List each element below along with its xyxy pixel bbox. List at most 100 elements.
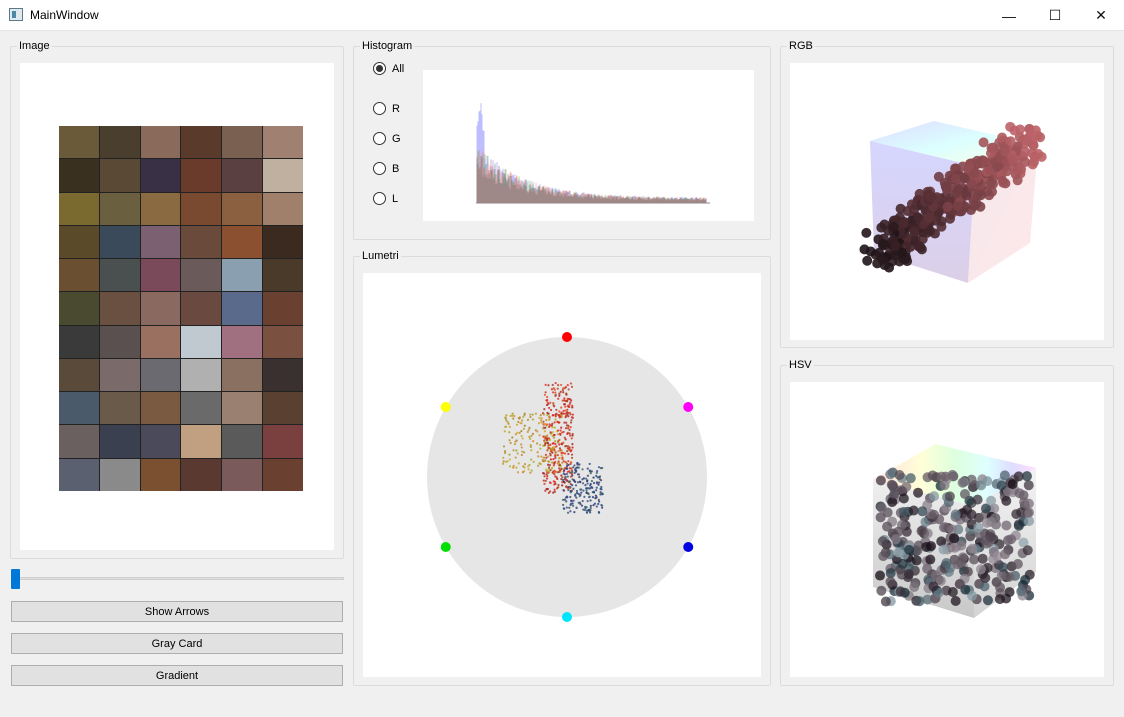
vectorscope-point — [521, 450, 524, 453]
hsv-point — [997, 562, 1008, 573]
gray-card-button[interactable]: Gray Card — [11, 633, 343, 654]
vectorscope-point — [570, 385, 574, 388]
vectorscope-point — [567, 452, 570, 456]
vectorscope-point — [537, 464, 540, 467]
vectorscope-point — [601, 493, 604, 496]
rgb-point — [997, 175, 1008, 186]
vectorscope-point — [565, 467, 569, 470]
radio-g[interactable]: G — [373, 132, 401, 145]
rgb-point — [987, 179, 998, 190]
radio-all[interactable]: All — [373, 62, 404, 75]
hsv-point — [947, 587, 958, 598]
image-thumbnail — [99, 159, 140, 192]
image-thumbnail — [140, 425, 181, 458]
vectorscope-point — [553, 433, 556, 437]
image-thumbnail — [263, 192, 303, 225]
vectorscope-point — [557, 450, 560, 453]
red-hue-marker — [562, 332, 572, 342]
vectorscope-point — [573, 511, 576, 514]
vectorscope-point — [554, 391, 557, 394]
vectorscope-point — [579, 488, 582, 491]
image-thumbnail — [222, 325, 263, 358]
rgb-point — [1001, 166, 1012, 177]
hsv-point — [962, 504, 973, 515]
vectorscope-point — [565, 444, 568, 448]
slider-track[interactable] — [11, 577, 344, 580]
image-mosaic — [59, 126, 303, 491]
close-button[interactable]: ✕ — [1078, 0, 1124, 31]
vectorscope-point — [598, 478, 602, 481]
vectorscope-point — [511, 436, 514, 439]
vectorscope-point — [584, 477, 588, 480]
vectorscope-point — [595, 482, 599, 485]
rgb-point — [924, 212, 935, 223]
rgb-point — [926, 191, 937, 202]
title-bar: MainWindow — ☐ ✕ — [0, 0, 1124, 31]
hsv-point — [917, 506, 928, 517]
image-thumbnail — [222, 292, 263, 325]
hsv-point — [985, 532, 996, 543]
vectorscope-point — [569, 434, 572, 437]
vectorscope-point — [589, 487, 592, 490]
image-thumbnail — [222, 392, 263, 425]
vectorscope-point — [589, 504, 592, 507]
vectorscope-point — [561, 412, 565, 415]
vectorscope-point — [546, 395, 549, 399]
vectorscope-point — [502, 456, 505, 459]
radio-b[interactable]: B — [373, 162, 399, 175]
hsv-point — [973, 522, 984, 533]
maximize-icon: ☐ — [1048, 7, 1062, 23]
vectorscope-point — [544, 479, 547, 482]
radio-r[interactable]: R — [373, 102, 400, 115]
hsv-point — [916, 526, 927, 537]
vectorscope-point — [547, 463, 550, 466]
vectorscope-point — [558, 463, 562, 467]
vectorscope-point — [558, 447, 562, 450]
vectorscope-point — [543, 440, 546, 443]
radio-indicator — [373, 162, 386, 175]
vectorscope-point — [566, 475, 569, 478]
vectorscope-point — [597, 481, 601, 484]
show-arrows-button[interactable]: Show Arrows — [11, 601, 343, 622]
image-thumbnail — [263, 126, 303, 159]
gradient-button[interactable]: Gradient — [11, 665, 343, 686]
slider-handle[interactable] — [11, 569, 20, 589]
image-thumbnail — [59, 392, 99, 425]
vectorscope-point — [503, 430, 506, 433]
vectorscope-point — [559, 432, 562, 435]
hsv-point — [957, 477, 968, 488]
vectorscope-point — [532, 440, 535, 443]
hsv-point — [1023, 498, 1034, 509]
vectorscope-point — [558, 410, 561, 413]
radio-l[interactable]: L — [373, 192, 398, 205]
maximize-button[interactable]: ☐ — [1032, 0, 1078, 31]
hsv-point — [1007, 479, 1018, 490]
vectorscope-point — [520, 430, 523, 433]
vectorscope-point — [589, 499, 592, 502]
vectorscope-point — [542, 456, 546, 459]
hsv-point — [877, 536, 888, 547]
hsv-group-label: HSV — [787, 359, 814, 371]
vectorscope-point — [585, 489, 588, 492]
vectorscope-point — [564, 478, 568, 481]
image-thumbnail — [140, 126, 181, 159]
image-thumbnail — [59, 192, 99, 225]
hsv-point — [950, 509, 961, 520]
vectorscope-point — [559, 390, 562, 393]
vectorscope-point — [554, 393, 557, 396]
vectorscope-point — [504, 460, 508, 463]
vectorscope-point — [536, 442, 539, 445]
minimize-button[interactable]: — — [986, 0, 1032, 31]
vectorscope-point — [503, 450, 507, 453]
vectorscope-point — [512, 449, 515, 452]
vectorscope-point — [565, 472, 568, 476]
vectorscope-point — [549, 458, 553, 461]
hsv-point — [996, 480, 1007, 491]
vectorscope-point — [529, 437, 532, 440]
image-thumbnail — [222, 425, 263, 458]
vectorscope-point — [586, 474, 590, 477]
vectorscope-point — [547, 412, 550, 415]
image-thumbnail — [263, 259, 303, 292]
vectorscope-point — [571, 502, 574, 505]
vectorscope-point — [542, 435, 545, 438]
